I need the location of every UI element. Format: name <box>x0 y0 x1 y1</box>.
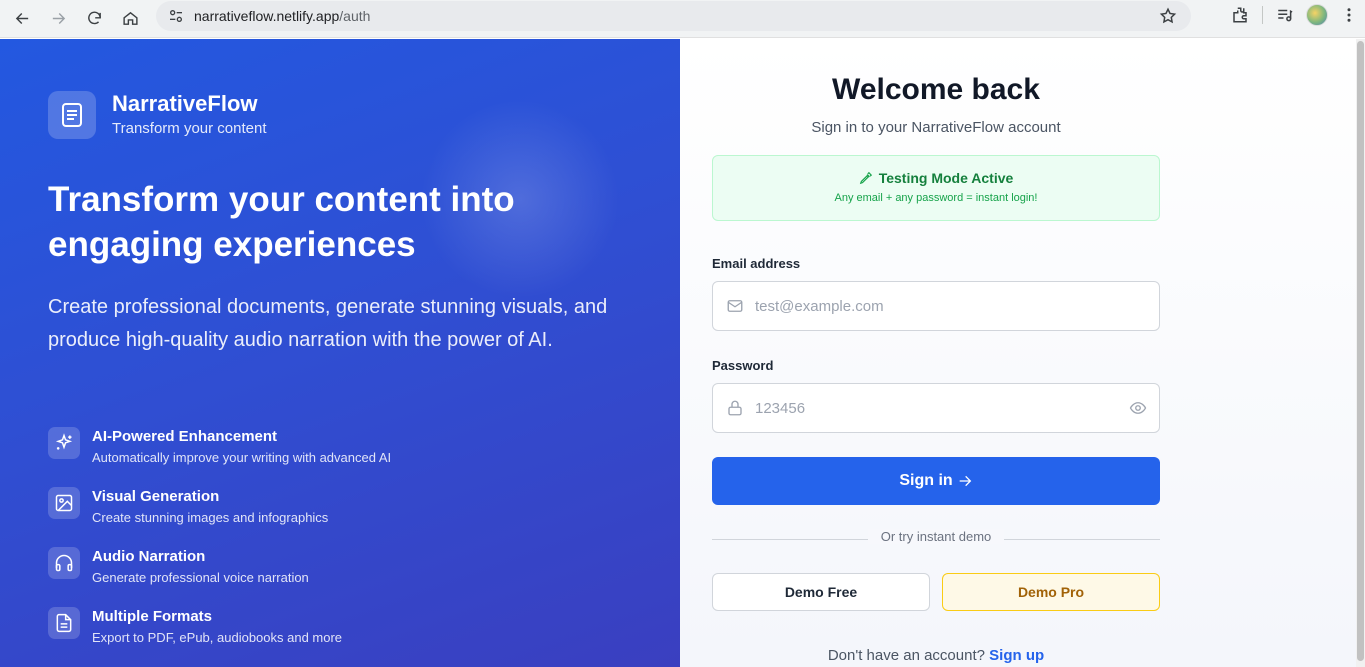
lock-icon <box>725 398 745 418</box>
demo-pro-button[interactable]: Demo Pro <box>942 573 1160 611</box>
page-subtitle: Sign in to your NarrativeFlow account <box>811 119 1061 136</box>
sign-up-link[interactable]: Sign up <box>989 647 1044 664</box>
toolbar-divider <box>1262 6 1263 24</box>
url-text: narrativeflow.netlify.app/auth <box>194 8 370 24</box>
signup-text: Don't have an account? <box>827 647 985 664</box>
feature-title: Multiple Formats <box>92 608 213 625</box>
sign-in-label: Sign in <box>899 472 953 489</box>
mail-icon <box>725 296 745 316</box>
feature-description: Automatically improve your writing with … <box>92 450 392 465</box>
image-icon <box>48 487 80 519</box>
hero-description: Create professional documents, generate … <box>48 296 608 351</box>
book-icon <box>48 91 96 139</box>
document-icon <box>48 607 80 639</box>
feature-list: AI-Powered Enhancement Automatically imp… <box>48 427 391 667</box>
feature-description: Generate professional voice narration <box>92 570 309 585</box>
password-field[interactable] <box>712 383 1160 433</box>
brand: NarrativeFlow Transform your content <box>48 91 267 139</box>
hero-panel: NarrativeFlow Transform your content Tra… <box>0 39 680 667</box>
brand-tagline: Transform your content <box>112 120 267 137</box>
browser-toolbar: narrativeflow.netlify.app/auth <box>0 0 1365 38</box>
demo-free-button[interactable]: Demo Free <box>712 573 930 611</box>
extensions-icon[interactable] <box>1224 0 1256 30</box>
divider-text: Or try instant demo <box>868 529 1004 544</box>
site-info-icon[interactable] <box>166 6 186 26</box>
url-path: /auth <box>339 8 371 24</box>
headphones-icon <box>48 547 80 579</box>
page-title: Welcome back <box>832 73 1040 106</box>
sparkles-icon <box>48 427 80 459</box>
password-label: Password <box>712 358 774 373</box>
brand-name: NarrativeFlow <box>112 91 258 116</box>
scrollbar-thumb[interactable] <box>1357 41 1364 661</box>
email-field[interactable] <box>712 281 1160 331</box>
feature-title: Visual Generation <box>92 488 220 505</box>
browser-tools <box>1224 0 1365 30</box>
forward-icon[interactable] <box>40 4 76 34</box>
sign-in-button[interactable]: Sign in <box>712 457 1160 505</box>
password-input[interactable] <box>755 399 1115 417</box>
feature-title: Audio Narration <box>92 548 206 565</box>
scrollbar[interactable] <box>1356 39 1365 667</box>
feature-description: Create stunning images and infographics <box>92 510 329 525</box>
address-bar[interactable]: narrativeflow.netlify.app/auth <box>156 1 1191 31</box>
email-input[interactable] <box>755 297 1115 315</box>
hero-title: Transform your content into engaging exp… <box>48 180 515 264</box>
feature-item: Audio Narration Generate professional vo… <box>48 547 391 607</box>
arrow-right-icon <box>959 475 971 487</box>
media-queue-icon[interactable] <box>1269 0 1301 30</box>
feature-description: Export to PDF, ePub, audiobooks and more <box>92 630 343 645</box>
auth-panel: Welcome back Sign in to your NarrativeFl… <box>680 39 1356 667</box>
reload-icon[interactable] <box>76 4 112 34</box>
eye-icon[interactable] <box>1128 399 1148 422</box>
feature-title: AI-Powered Enhancement <box>92 428 278 445</box>
feature-item: Multiple Formats Export to PDF, ePub, au… <box>48 607 391 667</box>
email-label: Email address <box>712 256 801 271</box>
menu-dots-icon[interactable] <box>1333 0 1365 30</box>
bookmark-star-icon[interactable] <box>1159 7 1177 30</box>
avatar <box>1306 4 1328 26</box>
banner-title: Testing Mode Active <box>878 170 1014 186</box>
feature-item: AI-Powered Enhancement Automatically imp… <box>48 427 391 487</box>
banner-description: Any email + any password = instant login… <box>834 192 1038 204</box>
signup-prompt: Don't have an account? Sign up <box>712 647 1160 664</box>
back-icon[interactable] <box>4 4 40 34</box>
url-host: narrativeflow.netlify.app <box>194 8 340 24</box>
feature-item: Visual Generation Create stunning images… <box>48 487 391 547</box>
pipette-icon <box>859 171 872 185</box>
home-icon[interactable] <box>112 4 148 34</box>
profile-avatar[interactable] <box>1301 0 1333 30</box>
testing-mode-banner: Testing Mode Active Any email + any pass… <box>712 155 1160 221</box>
